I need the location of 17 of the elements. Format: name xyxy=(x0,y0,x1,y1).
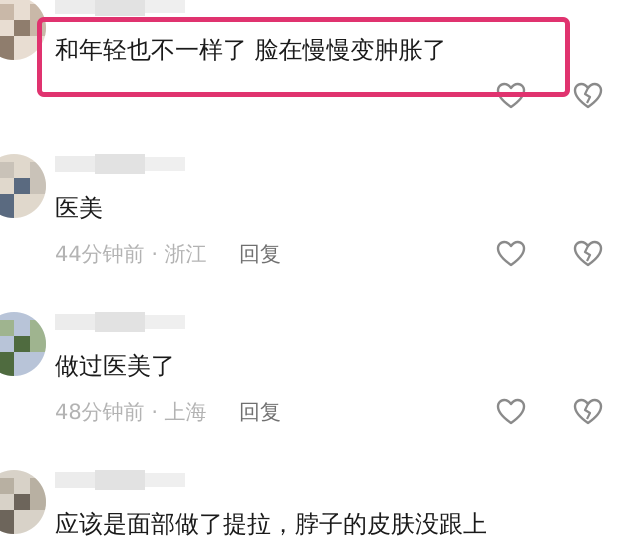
comment-time-location: 48分钟前 · 上海 xyxy=(55,399,207,426)
reply-link[interactable]: 回复 xyxy=(238,240,281,268)
broken-heart-icon[interactable] xyxy=(573,397,603,427)
broken-heart-icon[interactable] xyxy=(573,81,603,111)
like-icon[interactable] xyxy=(496,239,526,269)
like-icon[interactable] xyxy=(496,81,526,111)
like-icon[interactable] xyxy=(496,397,526,427)
avatar[interactable] xyxy=(0,470,46,534)
comment-time-location: 44分钟前 · 浙江 xyxy=(55,241,207,268)
broken-heart-icon[interactable] xyxy=(573,239,603,269)
comment-text: 应该是面部做了提拉，脖子的皮肤没跟上 xyxy=(55,509,488,540)
avatar[interactable] xyxy=(0,154,46,218)
comment-text: 医美 xyxy=(55,193,104,224)
avatar[interactable] xyxy=(0,312,46,376)
comment-text: 和年轻也不一样了 脸在慢慢变肿胀了 xyxy=(55,35,448,66)
reply-link[interactable]: 回复 xyxy=(238,398,281,426)
comment-text: 做过医美了 xyxy=(55,351,176,382)
